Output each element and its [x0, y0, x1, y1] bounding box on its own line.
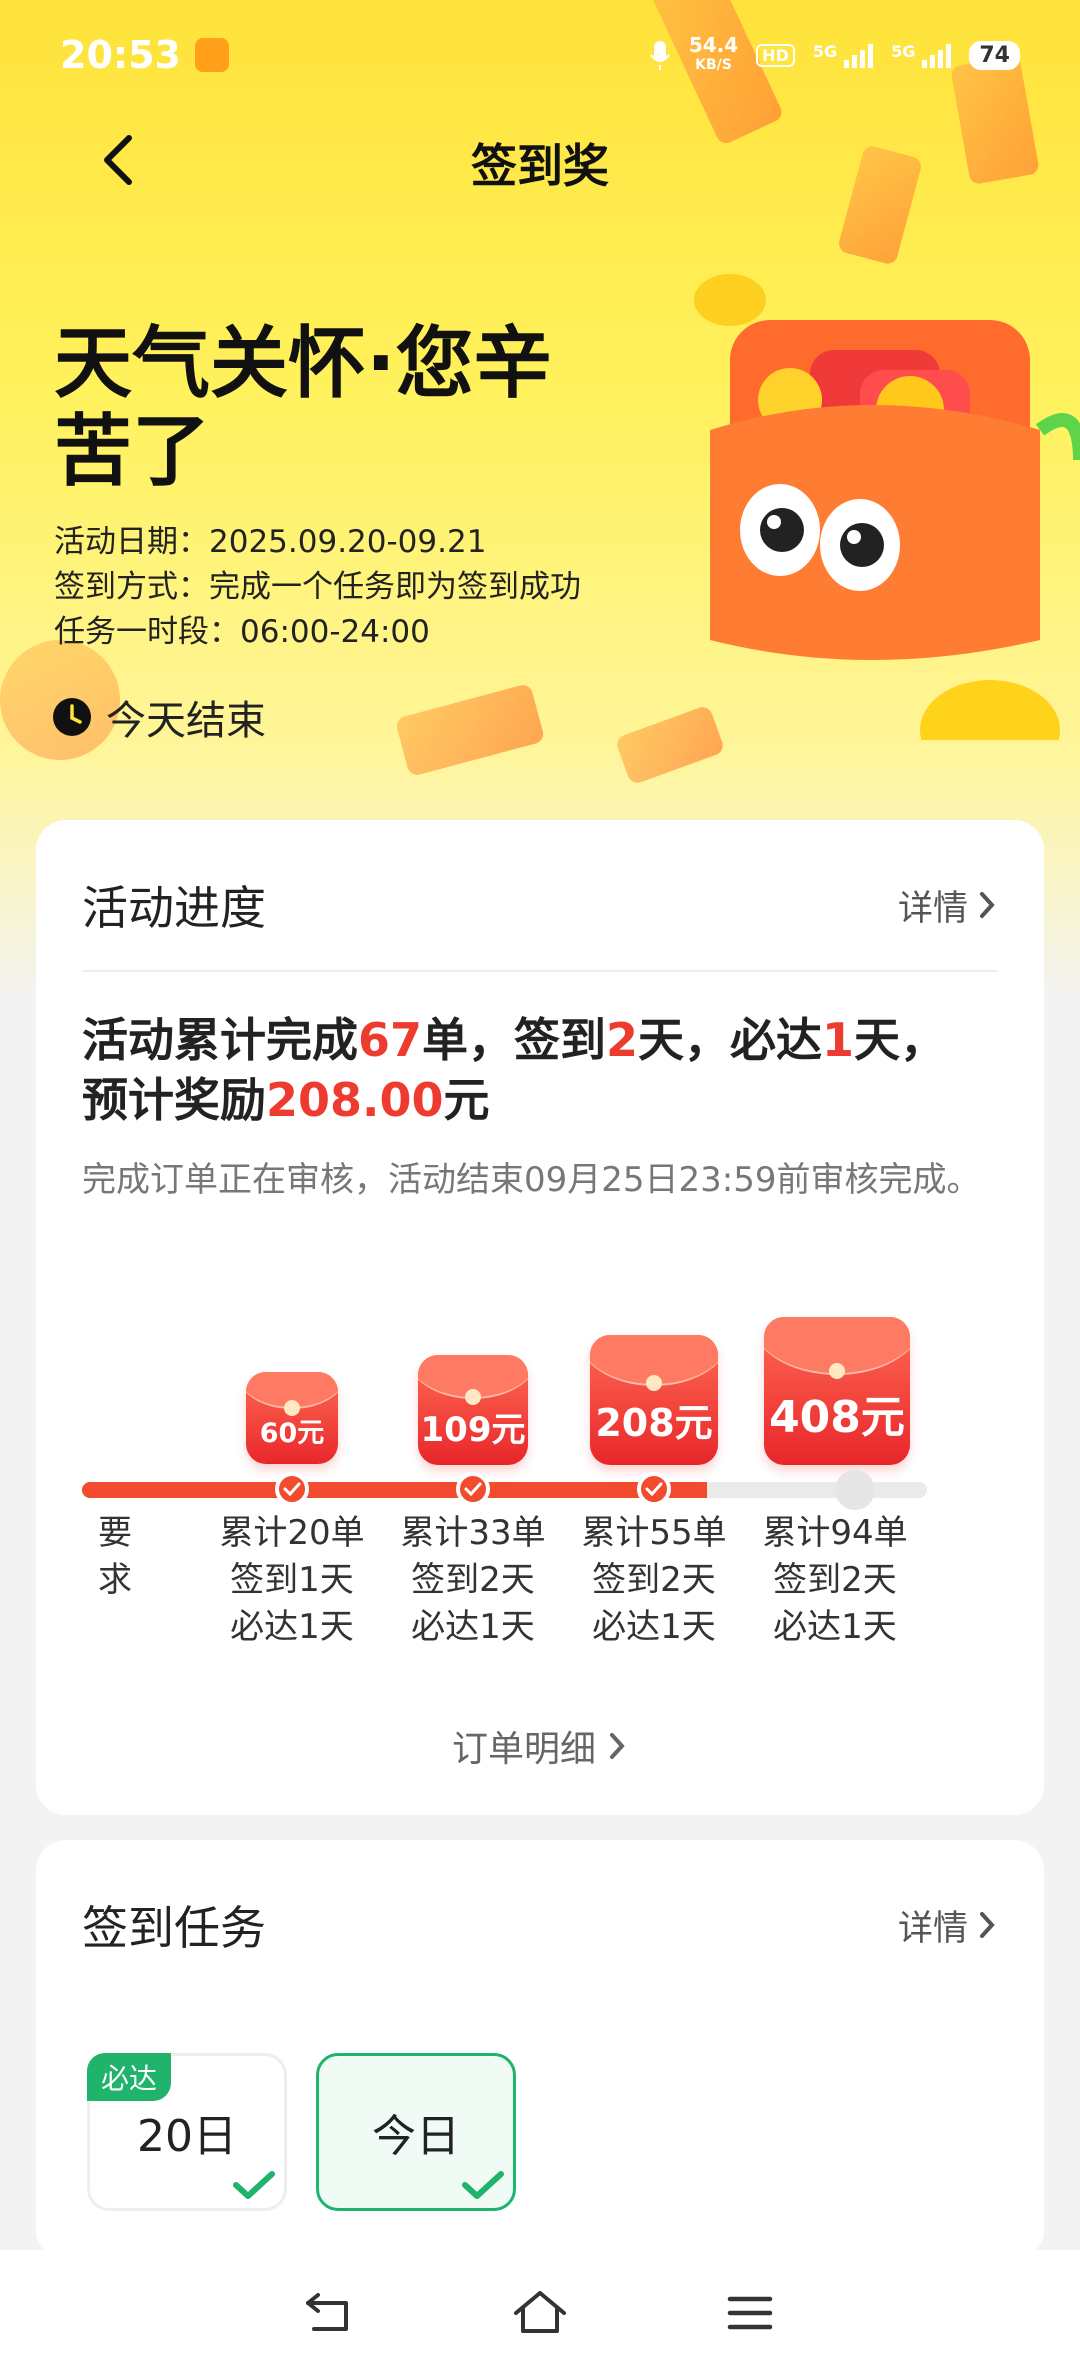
tier-requirement-1: 累计20单 签到1天 必达1天: [219, 1513, 365, 1647]
progress-detail-link[interactable]: 详情: [898, 880, 998, 931]
microphone-icon: [650, 41, 670, 70]
decor-streak: [394, 682, 546, 778]
check-icon: [462, 2171, 504, 2199]
hd-badge: HD: [756, 43, 795, 67]
signal-icon: 5G: [891, 42, 952, 68]
milestone-check-icon: [275, 1472, 309, 1506]
day-card-20[interactable]: 必达 20日: [87, 2053, 287, 2211]
back-arrow-icon[interactable]: [95, 132, 145, 188]
signal-icon: 5G: [813, 42, 874, 68]
tier-requirement-2: 累计33单 签到2天 必达1天: [400, 1513, 546, 1647]
battery-indicator: 74: [969, 40, 1020, 70]
campaign-title: 天气关怀·您辛苦了: [54, 319, 552, 497]
day-card-today[interactable]: 今日: [316, 2053, 516, 2211]
tier-requirement-3: 累计55单 签到2天 必达1天: [581, 1513, 727, 1647]
reward-envelope-3: 208元: [590, 1335, 718, 1465]
chevron-right-icon: [980, 892, 995, 918]
campaign-date: 活动日期：2025.09.20-09.21: [54, 524, 487, 560]
reward-envelope-1: 60元: [246, 1372, 338, 1464]
back-nav-icon[interactable]: [300, 2287, 360, 2339]
ends-label: 今天结束: [106, 698, 266, 744]
progress-summary: 活动累计完成67单，签到2天，必达1天， 预计奖励208.00元: [82, 1013, 947, 1127]
tier-requirement-4: 累计94单 签到2天 必达1天: [762, 1513, 908, 1647]
status-bar: 20:53 54.4 KB/S HD 5G 5G 74: [0, 0, 1080, 110]
campaign-info: 活动日期：2025.09.20-09.21 签到方式：完成一个任务即为签到成功 …: [54, 520, 581, 655]
status-time: 20:53: [60, 33, 181, 77]
expected-reward: 208.00: [266, 1073, 444, 1127]
status-right: 54.4 KB/S HD 5G 5G 74: [649, 35, 1020, 75]
ends-indicator: 今天结束: [52, 688, 266, 746]
network-speed: 54.4 KB/S: [688, 33, 739, 73]
tasks-card-title: 签到任务: [82, 1901, 266, 1955]
tasks-card-header: 签到任务 详情: [82, 1892, 998, 1958]
chevron-right-icon: [980, 1912, 995, 1938]
home-nav-icon[interactable]: [510, 2287, 570, 2339]
app-notification-icon: [194, 38, 229, 72]
status-left: 20:53: [60, 33, 229, 77]
tasks-detail-link[interactable]: 详情: [898, 1900, 998, 1951]
must-tag: 必达: [87, 2053, 172, 2101]
milestone-check-icon: [637, 1472, 671, 1506]
progress-track-fill: [82, 1482, 707, 1498]
day-label: 今日: [372, 2111, 460, 2162]
chevron-right-icon: [610, 1733, 625, 1759]
nav-bar: 签到奖: [0, 120, 1080, 200]
page-title: 签到奖: [471, 139, 609, 193]
check-icon: [233, 2171, 275, 2199]
reward-envelope-2: 109元: [418, 1355, 528, 1465]
must-days: 1: [822, 1013, 855, 1067]
progress-endpoint: [835, 1470, 875, 1510]
progress-card-header: 活动进度 详情: [82, 872, 998, 938]
menu-nav-icon[interactable]: [720, 2287, 780, 2339]
campaign-period: 任务一时段：06:00-24:00: [54, 614, 430, 650]
campaign-method: 签到方式：完成一个任务即为签到成功: [54, 569, 581, 605]
sign-in-tasks-card: 签到任务 详情 必达 20日 今日: [36, 1840, 1044, 2260]
review-note: 完成订单正在审核，活动结束09月25日23:59前审核完成。: [82, 1160, 981, 1200]
mascot-illustration: [694, 274, 1080, 740]
tier-label-partial: 要求: [98, 1513, 132, 1600]
signed-days: 2: [606, 1013, 639, 1067]
progress-card-title: 活动进度: [82, 881, 266, 935]
completed-orders: 67: [358, 1013, 423, 1067]
activity-progress-card: 活动进度 详情 活动累计完成67单，签到2天，必达1天， 预计奖励208.00元…: [36, 820, 1044, 1815]
divider: [82, 970, 998, 972]
clock-icon: [53, 698, 91, 736]
milestone-check-icon: [456, 1472, 490, 1506]
order-details-link[interactable]: 订单明细: [36, 1720, 1044, 1772]
system-navigation-bar: [0, 2250, 1080, 2376]
day-label: 20日: [137, 2111, 237, 2162]
reward-envelope-4: 408元: [764, 1317, 910, 1465]
